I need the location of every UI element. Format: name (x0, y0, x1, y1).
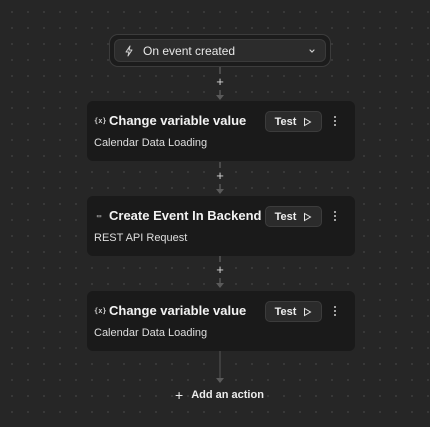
more-options-icon[interactable] (329, 303, 341, 319)
play-icon (304, 117, 312, 126)
play-icon (304, 307, 312, 316)
action-card[interactable]: {x} Change variable value Calendar Data … (87, 101, 355, 161)
connector-arrow (216, 95, 224, 100)
more-options-icon[interactable] (329, 208, 341, 224)
variable-icon: {x} (94, 116, 107, 125)
test-label: Test (274, 305, 297, 318)
connector-arrow (216, 189, 224, 194)
chevron-down-icon (309, 48, 315, 53)
test-button[interactable]: Test (265, 206, 322, 227)
trigger-label: On event created (143, 43, 236, 58)
add-step-button[interactable]: + (211, 262, 229, 278)
add-action-button[interactable]: + Add an action (175, 386, 264, 404)
trigger-select[interactable]: On event created (114, 39, 326, 62)
action-title: Create Event In Backend (109, 208, 262, 223)
add-action-label: Add an action (191, 389, 264, 401)
trigger-node: On event created (109, 34, 331, 67)
plus-icon: + (175, 387, 184, 403)
action-card[interactable]: ▭ Create Event In Backend REST API Reque… (87, 196, 355, 256)
connector-line (219, 351, 221, 381)
action-subtitle: Calendar Data Loading (94, 137, 208, 149)
variable-icon: {x} (94, 306, 107, 315)
test-button[interactable]: Test (265, 301, 322, 322)
play-icon (304, 212, 312, 221)
add-step-button[interactable]: + (211, 74, 229, 90)
test-label: Test (274, 115, 297, 128)
test-label: Test (274, 210, 297, 223)
test-button[interactable]: Test (265, 111, 322, 132)
action-card[interactable]: {x} Change variable value Calendar Data … (87, 291, 355, 351)
bolt-icon (125, 45, 133, 56)
action-title: Change variable value (109, 303, 247, 318)
connector-arrow (216, 283, 224, 288)
action-subtitle: Calendar Data Loading (94, 327, 208, 339)
folder-icon: ▭ (96, 211, 102, 220)
action-subtitle: REST API Request (94, 232, 188, 244)
connector-arrow (216, 378, 224, 383)
add-step-button[interactable]: + (211, 168, 229, 184)
more-options-icon[interactable] (329, 113, 341, 129)
action-title: Change variable value (109, 113, 247, 128)
